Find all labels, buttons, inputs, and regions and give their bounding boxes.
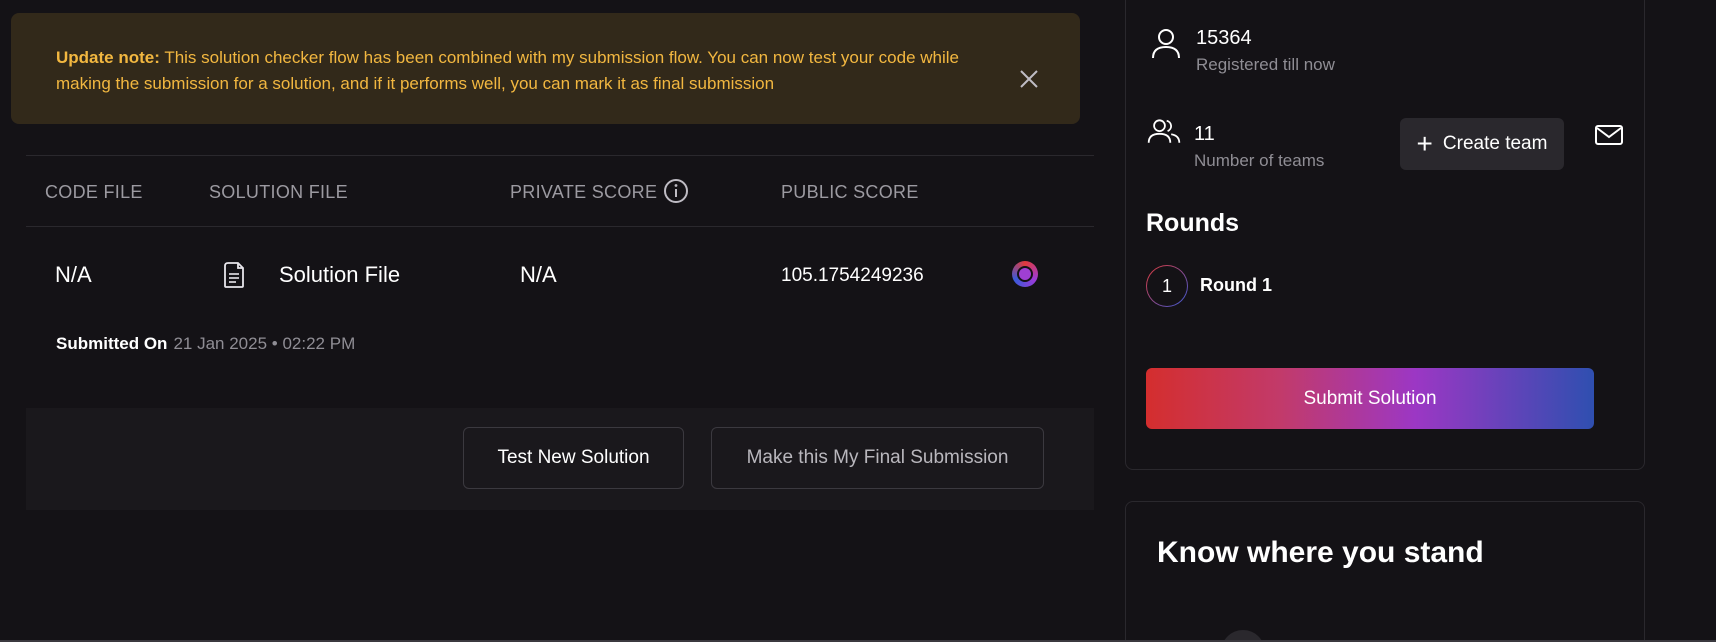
stand-title: Know where you stand bbox=[1157, 536, 1484, 569]
round-number: 1 bbox=[1147, 266, 1187, 306]
create-team-label: Create team bbox=[1442, 133, 1548, 154]
code-file-value: N/A bbox=[55, 262, 92, 287]
submitted-date: 21 Jan 2025 bbox=[173, 334, 268, 353]
header-private-score: PRIVATE SCORE bbox=[510, 182, 658, 202]
table-row: N/A Solution File N/A 105.1754249236 Sub… bbox=[26, 228, 1094, 368]
actions-bar: Test New Solution Make this My Final Sub… bbox=[26, 408, 1094, 510]
update-note-text: This solution checker flow has been comb… bbox=[56, 48, 960, 93]
round-badge: 1 bbox=[1146, 265, 1188, 307]
test-new-solution-button[interactable]: Test New Solution bbox=[463, 427, 684, 489]
main-panel: Update note: This solution checker flow … bbox=[0, 0, 1100, 642]
create-team-button[interactable]: + Create team bbox=[1400, 118, 1564, 170]
info-icon[interactable] bbox=[663, 178, 689, 204]
update-note-label: Update note: bbox=[56, 48, 160, 67]
final-submission-button[interactable]: Make this My Final Submission bbox=[711, 427, 1044, 489]
header-code-file: CODE FILE bbox=[45, 182, 143, 202]
header-public-score: PUBLIC SCORE bbox=[781, 182, 919, 202]
submitted-label: Submitted On bbox=[56, 334, 168, 353]
file-icon[interactable] bbox=[221, 260, 247, 290]
user-icon bbox=[1152, 29, 1180, 59]
update-note-banner: Update note: This solution checker flow … bbox=[11, 13, 1080, 124]
users-icon bbox=[1147, 119, 1181, 143]
registered-label: Registered till now bbox=[1196, 55, 1335, 74]
plus-icon: + bbox=[1416, 128, 1433, 159]
close-icon[interactable] bbox=[1018, 68, 1040, 90]
teams-count: 11 bbox=[1194, 123, 1215, 145]
rounds-title: Rounds bbox=[1146, 209, 1240, 237]
solution-file-link[interactable]: Solution File bbox=[279, 262, 400, 288]
leaderboard-card: Know where you stand bbox=[1125, 501, 1645, 642]
private-score-value: N/A bbox=[520, 262, 557, 287]
submitted-on: Submitted On 21 Jan 2025 • 02:22 PM bbox=[56, 334, 356, 353]
submit-solution-button[interactable]: Submit Solution bbox=[1146, 368, 1594, 429]
registered-count: 15364 bbox=[1196, 27, 1252, 49]
status-icon[interactable] bbox=[1012, 261, 1038, 287]
public-score-value: 105.1754249236 bbox=[781, 265, 924, 286]
teams-label: Number of teams bbox=[1194, 151, 1325, 170]
competition-stats-card: 15364 Registered till now 11 Number of t… bbox=[1125, 0, 1645, 470]
table-header: CODE FILE SOLUTION FILE PRIVATE SCORE PU… bbox=[26, 155, 1094, 227]
mail-icon[interactable] bbox=[1594, 122, 1624, 148]
header-solution-file: SOLUTION FILE bbox=[209, 182, 348, 202]
round-label[interactable]: Round 1 bbox=[1200, 275, 1272, 296]
submitted-time: 02:22 PM bbox=[282, 334, 356, 353]
